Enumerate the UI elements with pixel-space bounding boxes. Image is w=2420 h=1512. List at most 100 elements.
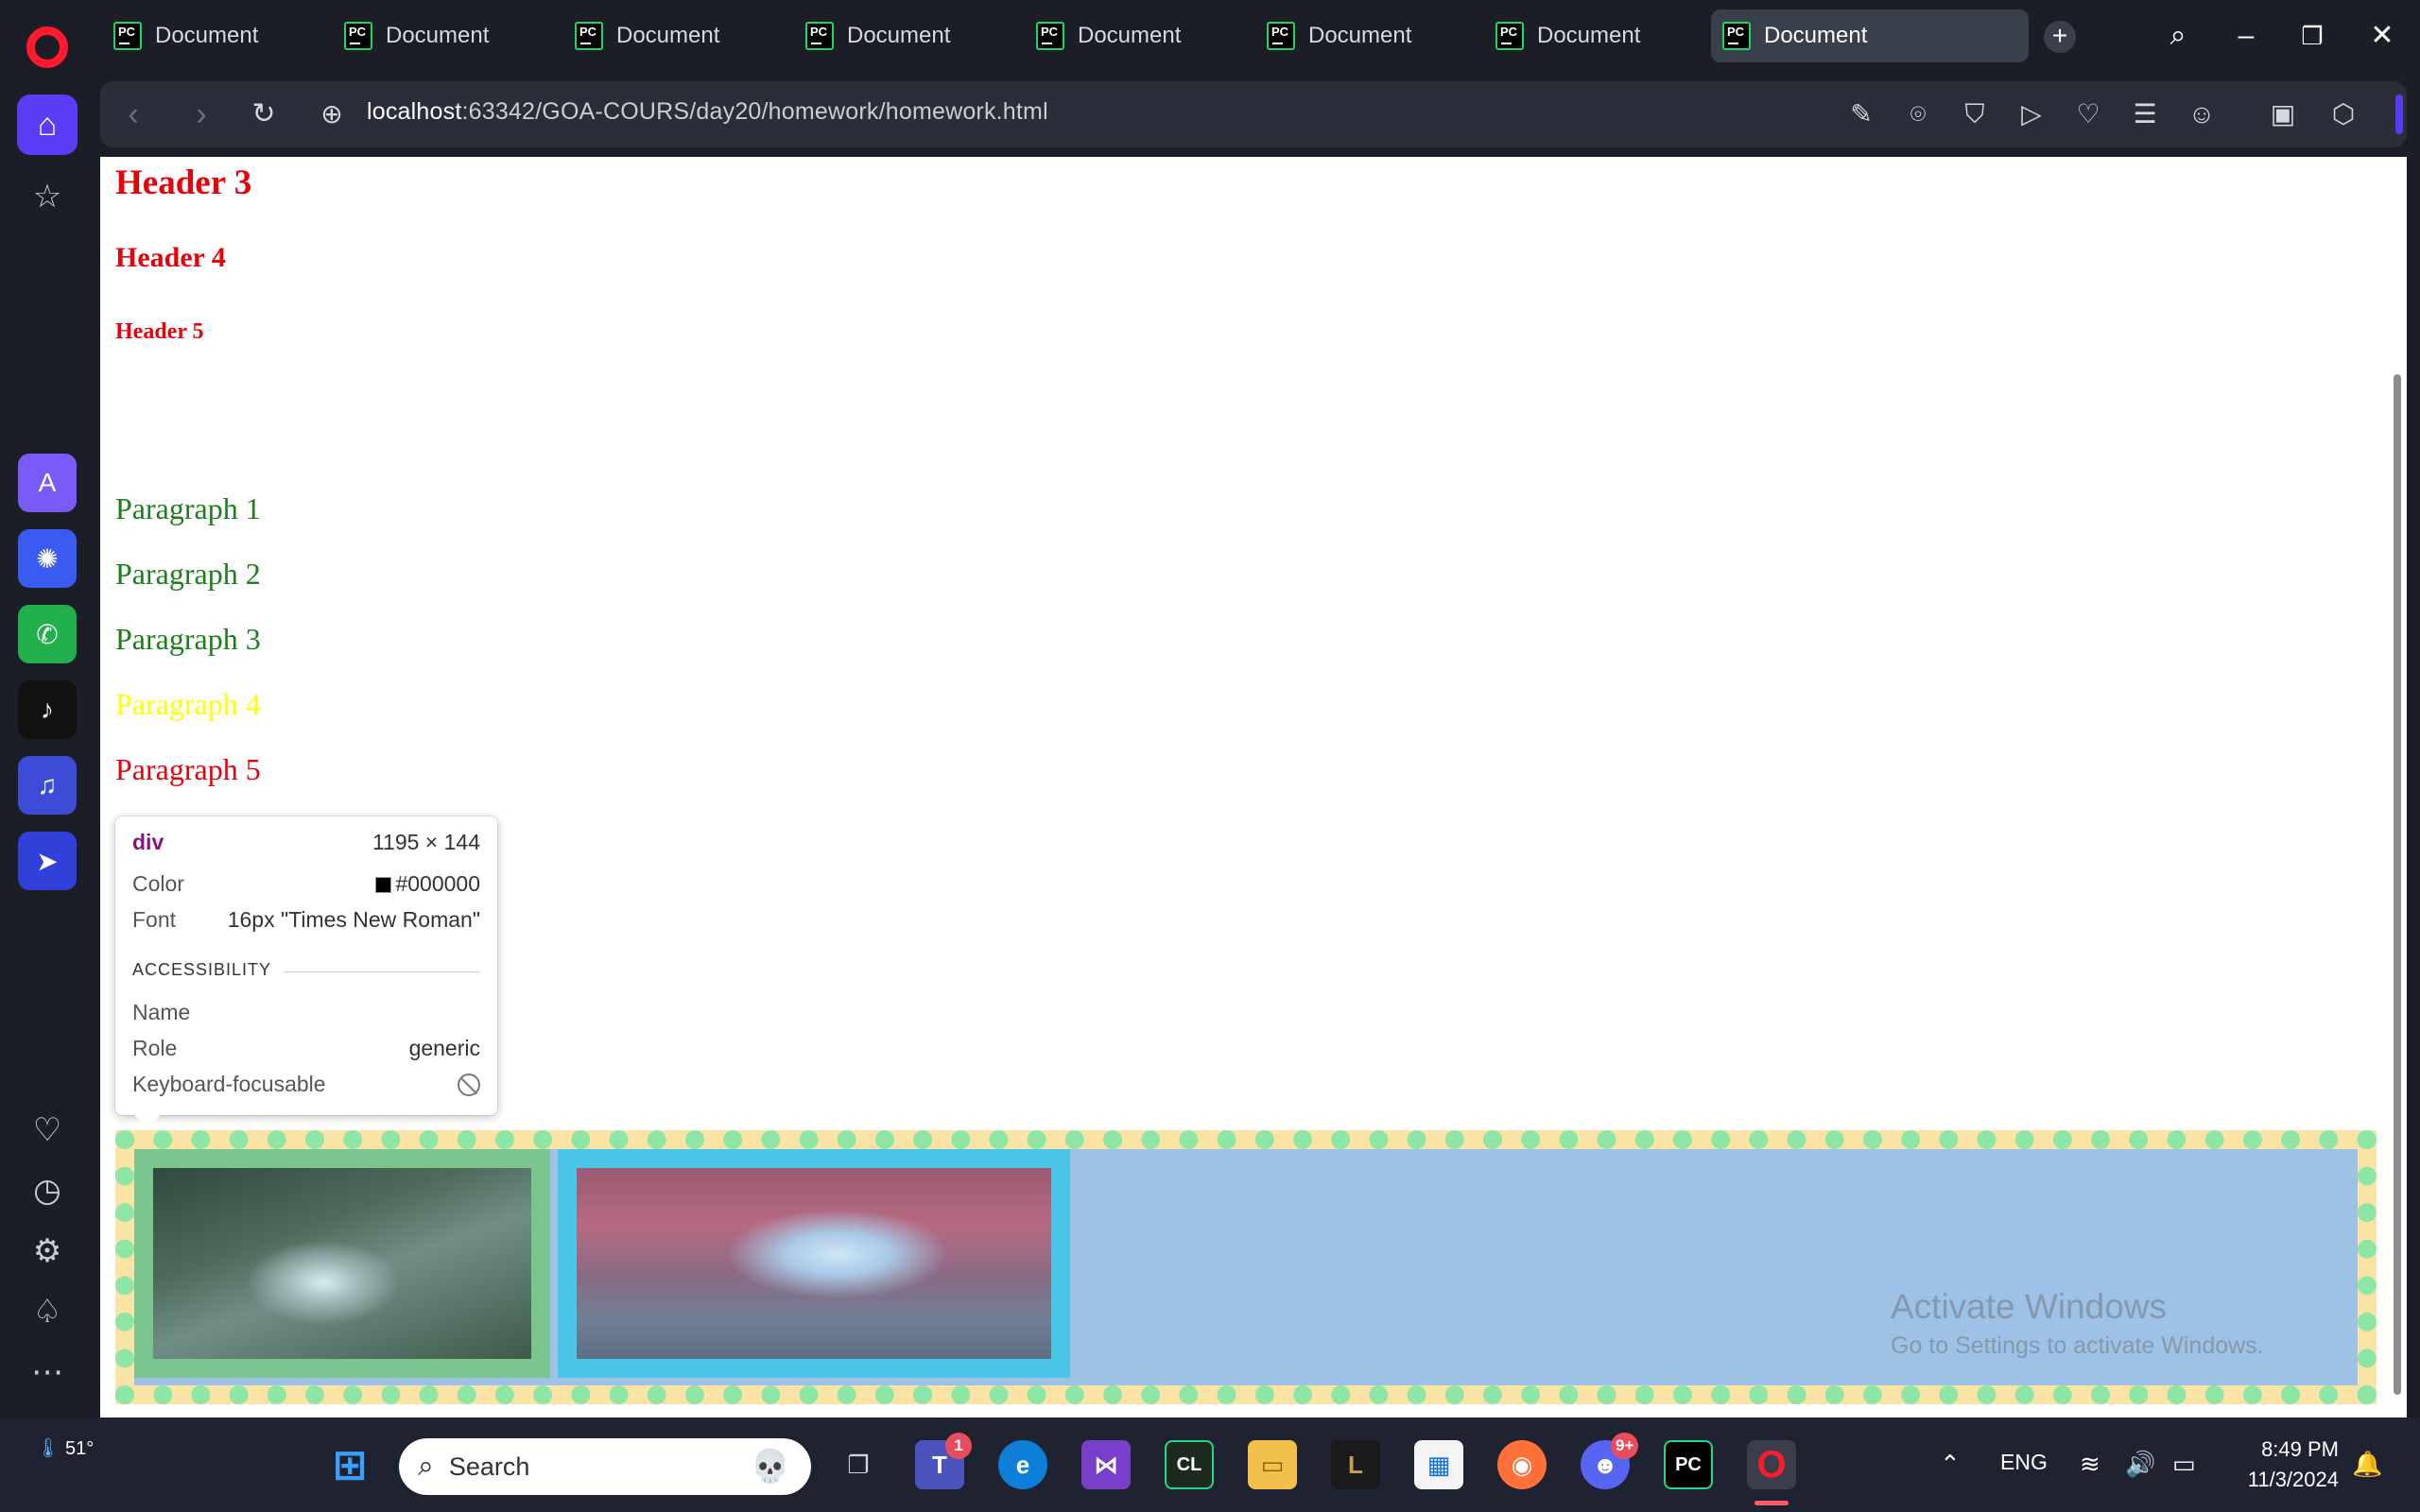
wifi-icon[interactable]: ≋ bbox=[2080, 1450, 2100, 1479]
color-label: Color bbox=[132, 871, 184, 896]
taskbar-search-box[interactable]: ⌕ Search 💀 bbox=[399, 1438, 811, 1495]
windows-start-icon[interactable]: ⊞ bbox=[325, 1440, 374, 1489]
more-options-icon[interactable]: ⋯ bbox=[17, 1342, 78, 1402]
tab-label: Document bbox=[1078, 23, 1182, 48]
flow-send-icon[interactable]: ▷ bbox=[2014, 96, 2049, 132]
watermark-subtitle: Go to Settings to activate Windows. bbox=[1891, 1332, 2264, 1359]
pycharm-icon: PC bbox=[575, 22, 603, 50]
history-icon[interactable]: ◷ bbox=[17, 1160, 78, 1221]
reload-button[interactable]: ↻ bbox=[242, 93, 285, 136]
element-tag: div bbox=[132, 830, 164, 854]
role-value: generic bbox=[408, 1036, 480, 1060]
thermometer-icon: 🌡 bbox=[36, 1438, 60, 1459]
star-icon[interactable]: ☆ bbox=[17, 166, 78, 227]
minimize-button[interactable]: – bbox=[2225, 15, 2267, 57]
tab-document-6[interactable]: PC Document bbox=[1255, 9, 1473, 62]
section-divider bbox=[284, 971, 480, 972]
tab-document-1[interactable]: PC Document bbox=[102, 9, 320, 62]
tab-label: Document bbox=[155, 23, 259, 48]
page-scrollbar-thumb[interactable] bbox=[2394, 374, 2401, 1395]
extension-chip-icon[interactable]: ▣ bbox=[2265, 96, 2301, 132]
restore-button[interactable]: ❐ bbox=[2291, 15, 2333, 57]
shield-icon[interactable]: ⛉ bbox=[1957, 96, 1993, 132]
battery-icon[interactable]: ▭ bbox=[2172, 1450, 2196, 1479]
image-card-waterfall bbox=[134, 1149, 550, 1378]
file-explorer-icon[interactable]: ▭ bbox=[1248, 1440, 1297, 1489]
search-highlight-icon: 💀 bbox=[750, 1449, 790, 1485]
keyboard-focusable-label: Keyboard-focusable bbox=[132, 1072, 326, 1096]
activate-windows-watermark: Activate Windows Go to Settings to activ… bbox=[1891, 1287, 2264, 1360]
tab-document-3[interactable]: PC Document bbox=[563, 9, 781, 62]
tab-label: Document bbox=[1537, 23, 1641, 48]
snapshot-camera-icon[interactable]: ⌾ bbox=[1900, 96, 1936, 132]
not-focusable-icon bbox=[458, 1073, 480, 1096]
accessibility-section-title: ACCESSIBILITY bbox=[132, 960, 272, 979]
firefox-icon[interactable]: ◉ bbox=[1497, 1440, 1547, 1489]
tab-label: Document bbox=[847, 23, 951, 48]
microsoft-store-icon[interactable]: ▦ bbox=[1414, 1440, 1463, 1489]
volume-icon[interactable]: 🔊 bbox=[2125, 1450, 2155, 1479]
tab-document-active[interactable]: PC Document bbox=[1711, 9, 2029, 62]
show-hidden-icons-chevron-icon[interactable]: ⌃ bbox=[1940, 1450, 1961, 1479]
waterfall-image bbox=[153, 1168, 531, 1359]
element-size: 1195 × 144 bbox=[372, 830, 480, 854]
edge-icon[interactable]: e bbox=[998, 1440, 1047, 1489]
sidebar-toggle-indicator[interactable] bbox=[2395, 94, 2403, 134]
opera-logo-icon[interactable] bbox=[26, 26, 68, 68]
settings-gear-icon[interactable]: ⚙ bbox=[17, 1221, 78, 1281]
weather-widget[interactable]: 🌡 51° bbox=[36, 1436, 94, 1460]
heart-icon[interactable]: ♡ bbox=[17, 1100, 78, 1160]
font-label: Font bbox=[132, 907, 177, 932]
tab-label: Document bbox=[386, 23, 490, 48]
lightbulb-icon[interactable]: ♤ bbox=[17, 1281, 78, 1342]
whatsapp-icon[interactable]: ✆ bbox=[18, 605, 77, 663]
system-clock[interactable]: 8:49 PM 11/3/2024 bbox=[2248, 1435, 2339, 1495]
new-tab-button[interactable]: + bbox=[2044, 21, 2076, 53]
pycharm-taskbar-icon[interactable]: PC bbox=[1664, 1440, 1713, 1489]
back-button[interactable]: ‹ bbox=[112, 93, 155, 136]
messenger-icon[interactable]: ✺ bbox=[18, 529, 77, 588]
visual-studio-icon[interactable]: ⋈ bbox=[1081, 1440, 1131, 1489]
easy-setup-icon[interactable]: ☰ bbox=[2127, 96, 2163, 132]
favorites-heart-icon[interactable]: ♡ bbox=[2070, 96, 2106, 132]
color-swatch bbox=[375, 877, 392, 893]
extensions-cube-icon[interactable]: ⬡ bbox=[2325, 96, 2361, 132]
tiktok-icon[interactable]: ♪ bbox=[18, 680, 77, 739]
tab-document-4[interactable]: PC Document bbox=[794, 9, 1011, 62]
music-player-icon[interactable]: ♫ bbox=[18, 756, 77, 815]
home-icon[interactable]: ⌂ bbox=[17, 94, 78, 155]
paragraph-3: Paragraph 3 bbox=[115, 622, 261, 656]
tab-strip: PC Document PC Document PC Document PC D… bbox=[0, 0, 2420, 70]
heading-5: Header 5 bbox=[115, 319, 204, 344]
task-view-icon[interactable]: ❐ bbox=[834, 1440, 883, 1489]
search-tabs-icon[interactable]: ⌕ bbox=[2157, 15, 2199, 57]
pycharm-icon: PC bbox=[113, 22, 142, 50]
url-field[interactable]: localhost:63342/GOA-COURS/day20/homework… bbox=[367, 98, 1048, 126]
image-flex-container bbox=[115, 1130, 2377, 1404]
close-window-button[interactable]: ✕ bbox=[2361, 15, 2403, 57]
aria-app-icon[interactable]: A bbox=[18, 454, 77, 512]
heart-sky-image bbox=[577, 1168, 1051, 1359]
clion-icon[interactable]: CL bbox=[1165, 1440, 1214, 1489]
opera-taskbar-icon[interactable]: O bbox=[1747, 1440, 1796, 1489]
tab-label: Document bbox=[1308, 23, 1412, 48]
pycharm-icon: PC bbox=[344, 22, 372, 50]
watermark-title: Activate Windows bbox=[1891, 1287, 2167, 1326]
tab-document-7[interactable]: PC Document bbox=[1484, 9, 1702, 62]
tab-document-5[interactable]: PC Document bbox=[1025, 9, 1242, 62]
notification-bell-icon[interactable]: 🔔 bbox=[2352, 1450, 2382, 1479]
profile-icon[interactable]: ☺ bbox=[2184, 96, 2220, 132]
league-of-legends-icon[interactable]: L bbox=[1331, 1440, 1380, 1489]
forward-button[interactable]: › bbox=[180, 93, 223, 136]
pycharm-icon: PC bbox=[1495, 22, 1524, 50]
language-indicator[interactable]: ENG bbox=[2000, 1450, 2048, 1475]
search-placeholder: Search bbox=[448, 1452, 530, 1481]
flow-send-icon[interactable]: ➤ bbox=[18, 832, 77, 890]
edit-page-icon[interactable]: ✎ bbox=[1843, 96, 1879, 132]
discord-badge: 9+ bbox=[1611, 1433, 1639, 1459]
site-info-globe-icon[interactable]: ⊕ bbox=[310, 93, 354, 136]
paragraph-1: Paragraph 1 bbox=[115, 491, 261, 525]
tab-label: Document bbox=[1764, 23, 1868, 48]
tab-document-2[interactable]: PC Document bbox=[333, 9, 550, 62]
role-label: Role bbox=[132, 1036, 178, 1060]
